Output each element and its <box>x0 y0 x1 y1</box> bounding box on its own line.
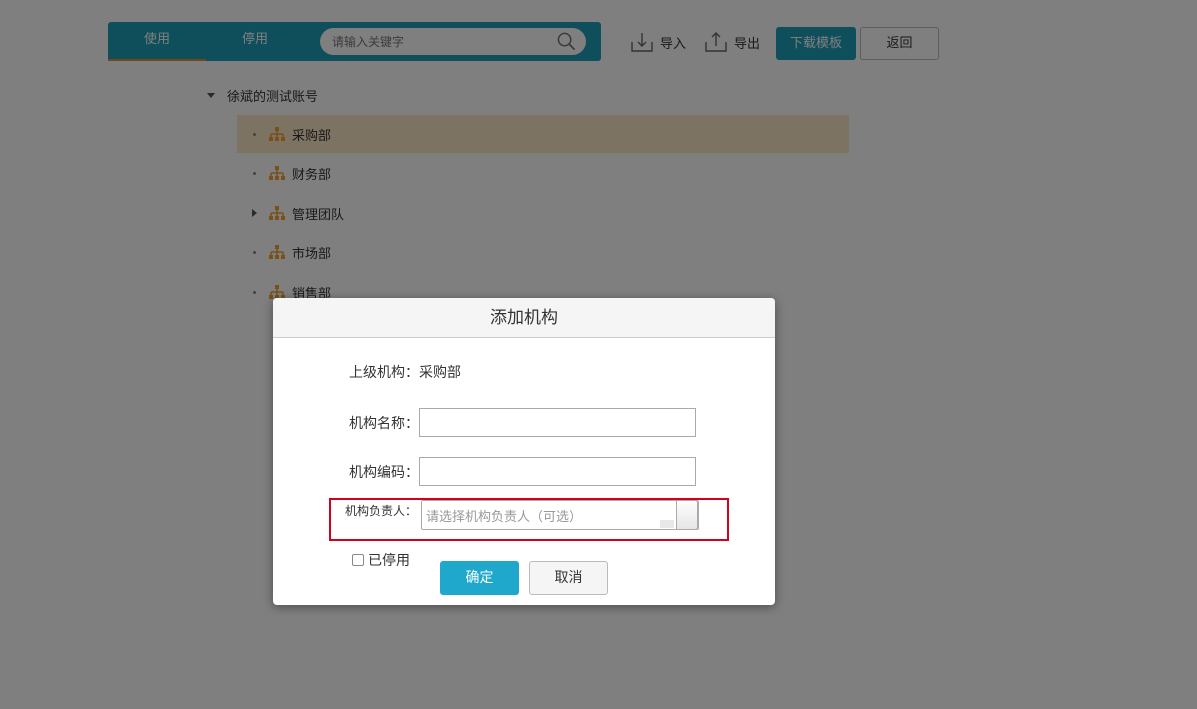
confirm-button[interactable]: 确定 <box>440 561 519 595</box>
disabled-label: 已停用 <box>368 553 410 569</box>
dialog-title: 添加机构 <box>273 298 775 338</box>
add-org-dialog: 添加机构 上级机构： 采购部 机构名称： 机构编码： 机构负责人： 请选择机构负… <box>273 298 775 605</box>
select-chip <box>660 520 675 528</box>
parent-org-value: 采购部 <box>419 365 461 381</box>
disabled-row: 已停用 <box>352 550 410 570</box>
org-head-row: 机构负责人： 请选择机构负责人（可选） <box>345 500 700 532</box>
org-code-input[interactable] <box>419 457 696 486</box>
org-head-select[interactable]: 请选择机构负责人（可选） <box>421 500 700 530</box>
disabled-checkbox[interactable] <box>352 554 364 566</box>
org-code-row: 机构编码： <box>349 457 696 486</box>
cancel-button[interactable]: 取消 <box>529 561 608 595</box>
org-name-label: 机构名称： <box>349 415 419 432</box>
parent-org-row: 上级机构： 采购部 <box>349 362 461 382</box>
org-head-label: 机构负责人： <box>345 504 418 518</box>
org-code-label: 机构编码： <box>349 464 419 481</box>
org-name-row: 机构名称： <box>349 408 696 437</box>
org-name-input[interactable] <box>419 408 696 437</box>
dropdown-button[interactable] <box>676 500 699 530</box>
org-head-placeholder: 请选择机构负责人（可选） <box>426 509 583 525</box>
parent-org-label: 上级机构： <box>349 365 419 381</box>
